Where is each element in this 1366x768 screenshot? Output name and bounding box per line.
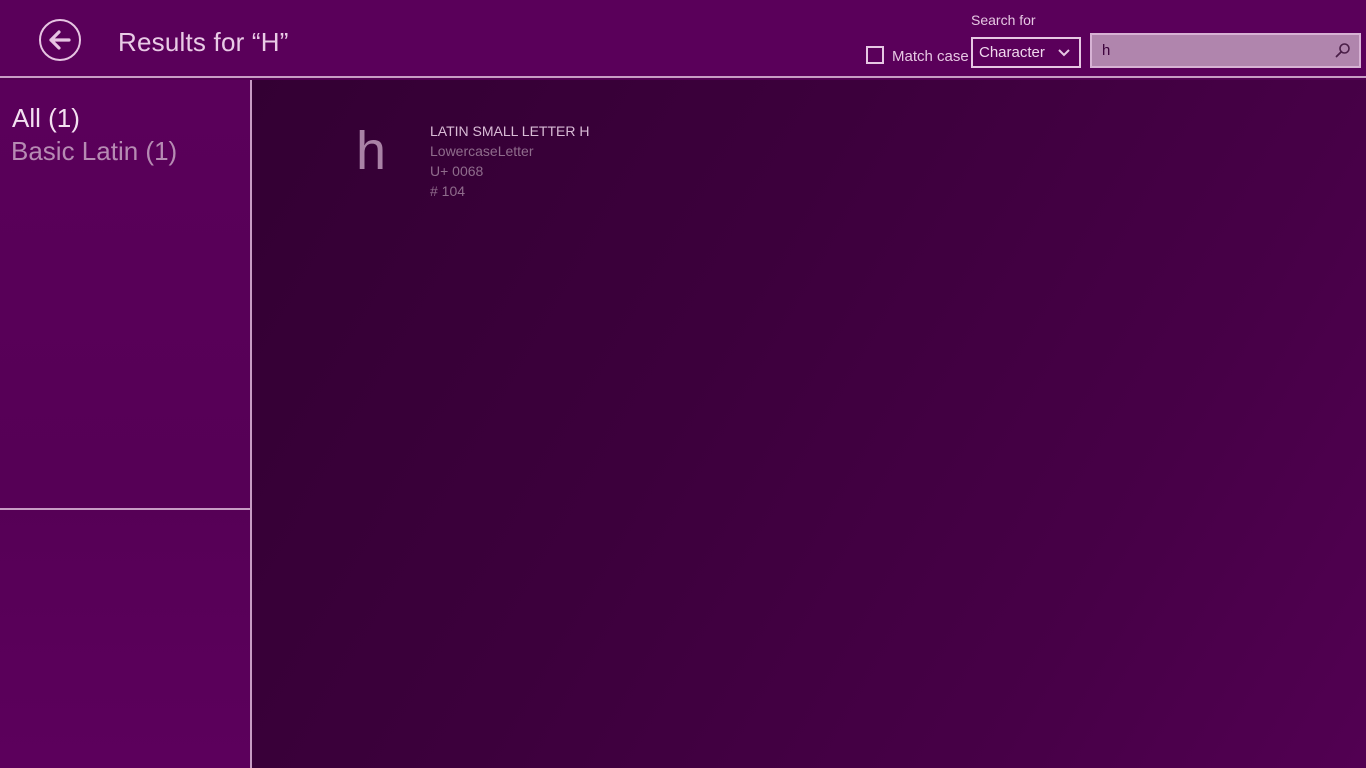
search-type-dropdown[interactable]: Character (971, 37, 1081, 68)
search-icon[interactable] (1334, 42, 1352, 60)
result-name: LATIN SMALL LETTER H (430, 123, 590, 139)
result-codepoint: U+ 0068 (430, 163, 484, 179)
result-glyph: h (356, 121, 387, 181)
filter-all[interactable]: All (1) (12, 103, 80, 134)
result-item[interactable]: h LATIN SMALL LETTER H LowercaseLetter U… (340, 118, 640, 208)
page-title: Results for “H” (118, 27, 289, 57)
chevron-down-icon (1058, 49, 1070, 57)
back-arrow-icon (49, 30, 71, 50)
search-for-label: Search for (971, 12, 1036, 28)
search-input[interactable] (1092, 34, 1334, 67)
result-category: LowercaseLetter (430, 143, 534, 159)
filter-pane (0, 80, 250, 768)
match-case-label: Match case (892, 48, 969, 65)
checkbox-box[interactable] (866, 45, 884, 64)
back-button[interactable] (39, 19, 81, 61)
match-case-checkbox[interactable]: Match case (866, 44, 969, 65)
filter-basic-latin[interactable]: Basic Latin (1) (11, 136, 177, 167)
search-type-value: Character (979, 44, 1045, 61)
app-header: Results for “H” Match case Search for Ch… (0, 0, 1366, 78)
pane-divider-horizontal (0, 508, 251, 510)
search-box[interactable] (1090, 33, 1361, 68)
result-decimal: # 104 (430, 183, 466, 199)
results-pane: h LATIN SMALL LETTER H LowercaseLetter U… (252, 80, 1366, 768)
